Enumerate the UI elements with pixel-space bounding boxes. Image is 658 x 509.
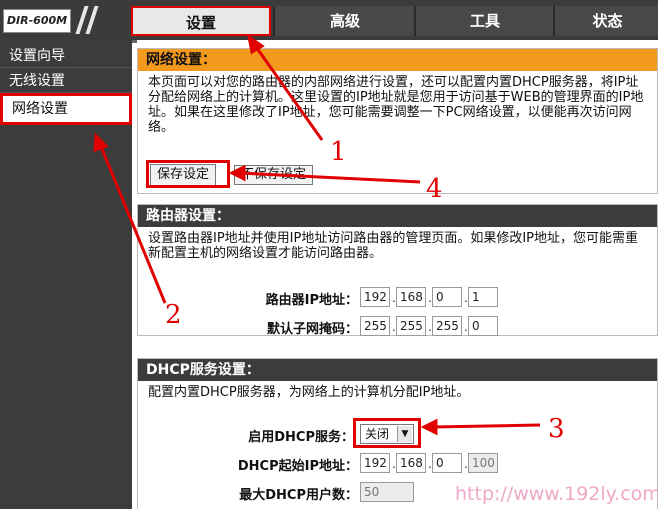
arrow-4 [239,171,421,184]
annotation-number-2: 2 [165,300,182,330]
annotation-number-3: 3 [548,414,565,444]
arrow-2 [98,143,167,304]
watermark: http://www.192ly.com [455,483,658,505]
arrow-3 [431,423,541,429]
annotation-number-4: 4 [426,174,443,204]
annotation-number-1: 1 [330,137,347,167]
arrow-1 [252,43,324,141]
